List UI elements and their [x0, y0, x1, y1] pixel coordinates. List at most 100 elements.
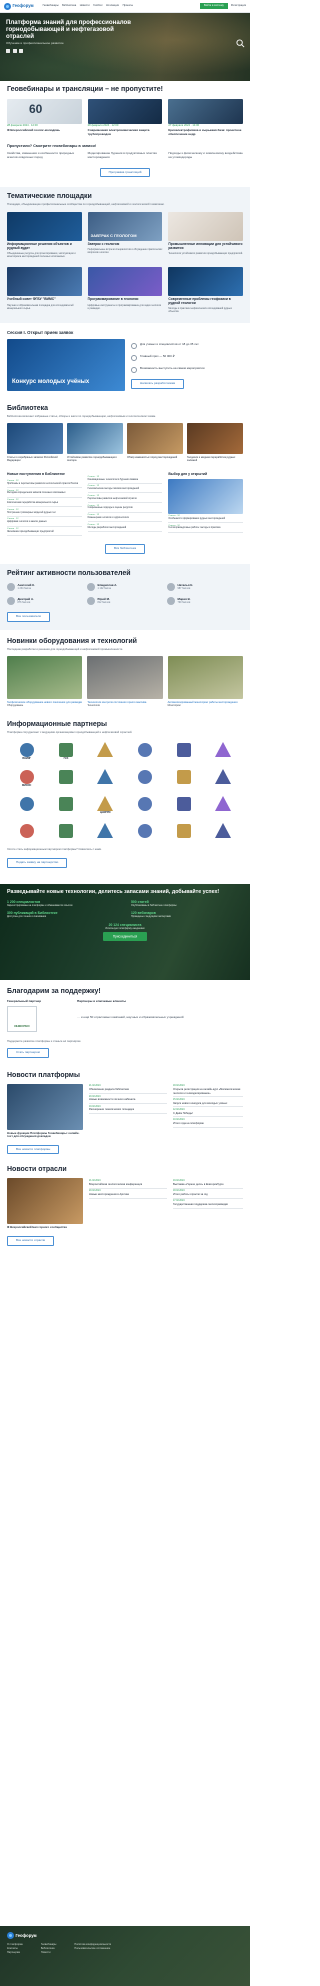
webinar-card[interactable]: 60 28 февраля 2024 · 12:00 III Всероссий… [7, 99, 82, 136]
all-users-button[interactable]: Все пользователи [7, 611, 51, 622]
partner-logo[interactable] [94, 740, 116, 759]
rating-user[interactable]: Мария В. 790 баллов [167, 596, 243, 605]
novelty-card[interactable]: Технология контроля состояния горного ма… [87, 656, 163, 707]
library-list-item[interactable]: Статья · 12 Геохимические методы поисков … [87, 484, 163, 494]
partner-logo[interactable]: МИСИС [16, 767, 38, 787]
partner-logo[interactable] [55, 794, 77, 813]
partner-logo[interactable] [134, 767, 156, 786]
platform-news-item[interactable]: 20.02.2024 Новые возможности личного каби… [89, 1094, 167, 1105]
library-featured-item[interactable]: Устойчивое развитие горнодобывающего сек… [67, 423, 123, 462]
rating-user[interactable]: Владислав А. 1 102 балла [87, 582, 163, 591]
partner-logo[interactable] [173, 794, 195, 813]
library-list-item[interactable]: Статья · 12 Комплексная переработка минер… [7, 498, 82, 508]
contest-button[interactable]: Написать разработчикам [131, 378, 185, 389]
site-logo[interactable]: Геофорум [4, 2, 34, 10]
webinar-card[interactable]: 28 февраля 2024 · 12:00 Современная элек… [87, 99, 163, 136]
platform-news-all-button[interactable]: Все новости платформы [7, 1144, 60, 1155]
login-button[interactable]: Войти в систему [199, 2, 228, 10]
nav-item-blog[interactable]: Геоблог [93, 4, 102, 7]
general-partner-logo[interactable]: ИНФОГЕО [7, 1005, 37, 1032]
library-list-item[interactable]: Статья · 12 Построение трёхмерных моделей… [7, 507, 82, 517]
thematic-card[interactable]: Современные проблемы геофизики в рудной … [168, 267, 244, 313]
thematic-card[interactable]: Программирование в геологии Цифровые инс… [87, 267, 163, 313]
novelty-card[interactable]: Автоматизированный мониторинг работы мес… [167, 656, 243, 707]
platform-news-item[interactable]: 12.02.2024 С Днём Победы! [173, 1107, 243, 1118]
library-list-item[interactable]: Статья · 12 Современные подходы к оценке … [87, 503, 163, 513]
partner-logo[interactable]: ЦНИГРИ [94, 794, 116, 814]
youtube-icon[interactable] [19, 49, 23, 53]
nav-item-collections[interactable]: Коллекции [106, 4, 119, 7]
industry-news-image[interactable] [7, 1178, 83, 1225]
register-link[interactable]: Регистрация [231, 4, 246, 7]
library-list-item[interactable]: Статья · 12 Перспективы развития нефтегаз… [87, 493, 163, 504]
library-list-item[interactable]: Статья · 12 Проблемы и перспективы развит… [7, 479, 82, 489]
rating-user[interactable]: Дмитрий А. 876 баллов [7, 596, 83, 605]
thematic-card[interactable]: Учебный совет ФГБУ "ВИМС" Научная и обра… [7, 267, 82, 313]
industry-news-item[interactable]: 21.02.2024 Всероссийская геологическая ко… [89, 1178, 167, 1189]
platform-news-image[interactable] [7, 1083, 83, 1130]
platform-news-item[interactable]: 15.02.2024 Запуск нового конкурса для мол… [173, 1097, 243, 1108]
library-featured-item[interactable]: Геодезия и медная переработка рудных зал… [187, 423, 243, 462]
webinar-card[interactable]: 27 февраля 2024 · 14:00 Криоэлектрофизик… [168, 99, 244, 136]
partner-logo[interactable] [134, 821, 156, 840]
partner-logo[interactable] [173, 767, 195, 786]
platform-news-main[interactable]: Новые функции Платформы Геовебинары: онл… [7, 1131, 83, 1139]
partner-logo[interactable] [134, 740, 156, 759]
library-all-button[interactable]: Вся библиотека [104, 544, 146, 554]
library-list-item[interactable]: Статья · 12 Экономика горнодобывающих пре… [7, 527, 82, 537]
partner-logo[interactable] [212, 794, 234, 813]
partner-logo[interactable] [212, 821, 234, 840]
partner-logo[interactable] [16, 794, 38, 813]
library-list-item[interactable]: Статья · 12 Методы разработки месторожден… [87, 522, 163, 532]
library-list-item[interactable]: Статья · 12 Инновационные технологии в бу… [87, 474, 163, 484]
industry-news-item[interactable]: 18.02.2024 Итоги работы отрасли за год [173, 1189, 243, 1199]
nav-item-library[interactable]: Библиотека [62, 4, 76, 7]
rating-user[interactable]: Юрий М. 812 баллов [87, 596, 163, 605]
footer-link[interactable]: Партнерам [7, 1951, 23, 1955]
telegram-icon[interactable] [12, 49, 17, 53]
nav-item-projects[interactable]: Проекты [123, 4, 133, 7]
platform-news-item[interactable]: 19.02.2024 Расширение тематических площад… [89, 1104, 167, 1115]
industry-news-item[interactable]: 17.02.2024 Государственная поддержка геол… [173, 1199, 243, 1209]
partner-logo[interactable] [173, 821, 195, 840]
platform-news-item[interactable]: 21.02.2024 Обновление раздела библиотеки [89, 1084, 167, 1095]
vk-icon[interactable] [6, 49, 10, 53]
partner-logo[interactable] [212, 767, 234, 786]
search-icon[interactable] [236, 39, 245, 48]
partner-logo[interactable] [55, 821, 77, 840]
library-list-item[interactable]: Статья · 12 Методика определения запасов … [7, 488, 82, 498]
library-featured-item[interactable]: Обзор каменистых пород месторождений [127, 423, 183, 462]
industry-news-main[interactable]: III Всероссийский Бал горного сообщества [7, 1226, 83, 1230]
partner-logo[interactable] [212, 740, 234, 759]
library-featured-item[interactable]: Статьи о серебряных запасах Российской Ф… [7, 423, 63, 462]
partner-logo[interactable] [173, 740, 195, 759]
contest-banner[interactable]: Конкурс молодых учёных [7, 338, 125, 391]
rating-user[interactable]: Анатолий К. 1 234 балла [7, 582, 83, 591]
footer-link[interactable]: Новости [41, 1951, 56, 1955]
platform-news-item[interactable]: 18.02.2024 Открыта регистрация на онлайн-… [173, 1084, 243, 1098]
partner-logo[interactable] [16, 821, 38, 840]
webinars-program-button[interactable]: Программа трансляций [99, 167, 151, 178]
thematic-card[interactable]: Промышленные инновации для устойчивого р… [168, 211, 244, 258]
platform-news-item[interactable]: 10.02.2024 Итоги года на платформе [173, 1117, 243, 1128]
novelty-card[interactable]: Геофизическое оборудование нового поколе… [7, 656, 83, 707]
industry-news-item[interactable]: 19.02.2024 Выставка «Горное дело» в Екате… [173, 1178, 243, 1189]
partner-logo[interactable]: ВНИИГ [16, 740, 38, 760]
missed-item[interactable]: Свойства, изменения и особенности природ… [7, 151, 82, 160]
partner-logo[interactable]: ГКЗ [55, 740, 77, 760]
rating-user[interactable]: Наталья Е. 987 баллов [167, 582, 243, 591]
missed-item[interactable]: Моделирование бурения в продуктивных пла… [88, 151, 163, 160]
partner-logo[interactable] [94, 767, 116, 786]
partner-apply-button[interactable]: Подать заявку на партнерство [7, 857, 68, 868]
library-list-item[interactable]: Статья · 12 Особенности формирования рудн… [168, 514, 244, 524]
library-list-item[interactable]: Статья · 12 Инженерная геология и гидроге… [87, 513, 163, 523]
thematic-card[interactable]: Информационные решения объектов и рудный… [7, 211, 82, 258]
join-button[interactable]: Присоединиться [102, 932, 148, 942]
library-list-item[interactable]: Статья · 12 Геологоразведочные работы: ме… [168, 523, 244, 533]
library-choice-image[interactable] [168, 478, 244, 514]
partner-logo[interactable] [134, 794, 156, 813]
industry-news-all-button[interactable]: Все новости отрасли [7, 1235, 55, 1246]
footer-link[interactable]: Пользовательское соглашение [74, 1947, 111, 1951]
become-partner-button[interactable]: Стать партнером [7, 1048, 49, 1058]
partner-logo[interactable] [94, 821, 116, 840]
